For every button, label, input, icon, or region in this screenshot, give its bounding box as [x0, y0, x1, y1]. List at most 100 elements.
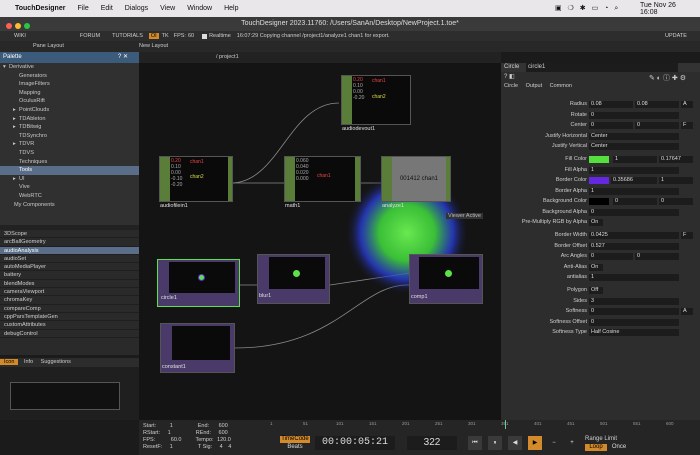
component-item[interactable]: cameraViewport	[0, 288, 139, 297]
param-field[interactable]: 1	[589, 166, 679, 174]
component-item[interactable]: arcBallGeometry	[0, 238, 139, 247]
palette-item[interactable]: ▸ UI	[0, 175, 139, 184]
param-unit-toggle[interactable]: F	[681, 122, 693, 129]
param-field[interactable]: 0	[589, 308, 679, 315]
param-field[interactable]: Center	[589, 143, 679, 150]
param-field[interactable]: 0	[589, 208, 679, 216]
palette-item[interactable]: TDSynchro	[0, 132, 139, 141]
rewind-icon[interactable]: ⏮	[468, 436, 482, 450]
loop-button[interactable]: Loop	[585, 444, 607, 451]
param-field[interactable]: On	[589, 263, 603, 271]
frame-display[interactable]: 322	[407, 436, 457, 450]
tk-button[interactable]: TK	[162, 33, 169, 39]
tab-suggestions[interactable]: Suggestions	[39, 359, 73, 365]
window-menu[interactable]: Window	[187, 5, 212, 12]
timecode-display[interactable]: 00:00:05:21	[315, 436, 395, 450]
op-toolbar-icons[interactable]: ✎ ◐ ⓘ ✚ ⚙	[649, 73, 686, 83]
palette-item[interactable]: ▸ TDAbleton	[0, 115, 139, 124]
palette-item[interactable]: ▸ TDBitwig	[0, 123, 139, 132]
tutorials-button[interactable]: TUTORIALS	[112, 33, 143, 39]
component-item[interactable]: battery	[0, 271, 139, 280]
param-field[interactable]: 0.08	[635, 101, 679, 108]
palette-item[interactable]: ▸ PointClouds	[0, 106, 139, 115]
tab-output[interactable]: Output	[526, 83, 543, 89]
beats-button[interactable]: Beats	[280, 444, 310, 451]
border-color-swatch[interactable]	[589, 177, 609, 184]
param-field[interactable]: 1	[659, 177, 693, 184]
close-icon[interactable]: ? ✕	[118, 52, 128, 63]
palette-item[interactable]: TDVS	[0, 149, 139, 158]
palette-item[interactable]: Generators	[0, 72, 139, 81]
param-field[interactable]: 0.17647	[659, 156, 693, 163]
param-field[interactable]: 0	[589, 122, 633, 129]
component-item[interactable]: audioAnalysis	[0, 246, 139, 255]
node-math1[interactable]: 0.060 0.040 0.020 0.000 chan1 math1	[284, 156, 361, 209]
view-menu[interactable]: View	[160, 5, 175, 12]
clock[interactable]: Tue Nov 26 16:08	[640, 2, 688, 16]
param-field[interactable]: Half Cosine	[589, 329, 679, 336]
tab-common[interactable]: Common	[550, 83, 572, 89]
component-item[interactable]: chromaKey	[0, 296, 139, 305]
param-unit-toggle[interactable]: A	[681, 101, 693, 108]
component-item[interactable]: audioSet	[0, 255, 139, 264]
wiki-button[interactable]: WIKI	[14, 33, 26, 39]
edit-menu[interactable]: Edit	[101, 5, 113, 12]
param-field[interactable]: 0	[589, 111, 679, 119]
bg-color-swatch[interactable]	[589, 198, 609, 205]
node-constant1[interactable]: constant1	[160, 323, 235, 373]
node-circle1[interactable]: circle1	[157, 259, 240, 307]
minus-icon[interactable]: −	[548, 436, 560, 450]
palette-item[interactable]: ▸ TDVR	[0, 140, 139, 149]
dialogs-menu[interactable]: Dialogs	[125, 5, 148, 12]
palette-item[interactable]: Vive	[0, 183, 139, 192]
param-field[interactable]: 0	[635, 253, 679, 260]
step-back-icon[interactable]: ◀	[508, 436, 522, 450]
once-button[interactable]: Once	[609, 444, 629, 451]
plus-icon[interactable]: +	[566, 436, 578, 450]
op-name-field[interactable]: circle1	[526, 63, 679, 72]
param-field[interactable]: 0	[659, 198, 693, 205]
param-field[interactable]: 0.527	[589, 242, 679, 250]
timeline-playhead[interactable]	[505, 420, 506, 429]
component-item[interactable]: compareComp	[0, 305, 139, 313]
oi-button[interactable]: OI	[148, 33, 159, 39]
file-menu[interactable]: File	[77, 5, 88, 12]
param-field[interactable]: Center	[589, 132, 679, 140]
component-item[interactable]: 3DScope	[0, 230, 139, 239]
pane-layout-button[interactable]: Pane Layout	[33, 43, 64, 49]
app-menu[interactable]: TouchDesigner	[15, 5, 65, 12]
node-audiodevout1[interactable]: 0.20 0.10 0.00 -0.20 chan1 chan2 audiodevout…	[341, 75, 411, 132]
pause-icon[interactable]: ⏸	[488, 436, 502, 450]
param-field[interactable]: 0.35686	[611, 177, 657, 184]
new-layout-button[interactable]: New Layout	[139, 43, 168, 49]
param-field[interactable]: 0	[589, 318, 679, 326]
param-field[interactable]: 0	[635, 122, 679, 129]
component-item[interactable]: blendModes	[0, 280, 139, 289]
forum-button[interactable]: FORUM	[80, 33, 100, 39]
param-field[interactable]: 0.08	[589, 101, 633, 108]
play-icon[interactable]: ▶	[528, 436, 542, 450]
realtime-checkbox[interactable]	[202, 33, 208, 39]
param-field[interactable]: 1	[589, 187, 679, 195]
param-field[interactable]: 0	[613, 198, 657, 205]
param-field[interactable]: 3	[589, 297, 679, 305]
component-item[interactable]: cppParsTemplateGen	[0, 313, 139, 322]
palette-item[interactable]: Mapping	[0, 89, 139, 98]
palette-item[interactable]: WebRTC	[0, 192, 139, 201]
palette-item[interactable]: Techniques	[0, 158, 139, 167]
node-audiofilein1[interactable]: 0.20 0.10 0.00 -0.10 -0.20 chan1 chan2 audiof…	[159, 156, 233, 209]
component-item[interactable]: debugControl	[0, 330, 139, 338]
palette-item[interactable]: Tools	[0, 166, 139, 175]
node-analyze1[interactable]: 001412 chan1 analyze1	[381, 156, 451, 209]
param-field[interactable]: 0	[589, 253, 633, 260]
param-field[interactable]: On	[589, 219, 603, 226]
component-item[interactable]: autoMediaPlayer	[0, 263, 139, 272]
status-icons[interactable]: ▣ ❍ ✱ ▭ ◔ ⌕	[555, 4, 620, 13]
param-field[interactable]: 0.0425	[589, 232, 679, 239]
palette-item[interactable]: OculusRift	[0, 97, 139, 106]
param-field[interactable]: Off	[589, 287, 603, 294]
tab-info[interactable]: Info	[20, 359, 37, 365]
timeline-ruler[interactable]: 151101151201251301351401451501551600	[270, 420, 700, 429]
timecode-button[interactable]: TimeCode	[280, 436, 310, 443]
param-field[interactable]: 1	[613, 156, 657, 163]
